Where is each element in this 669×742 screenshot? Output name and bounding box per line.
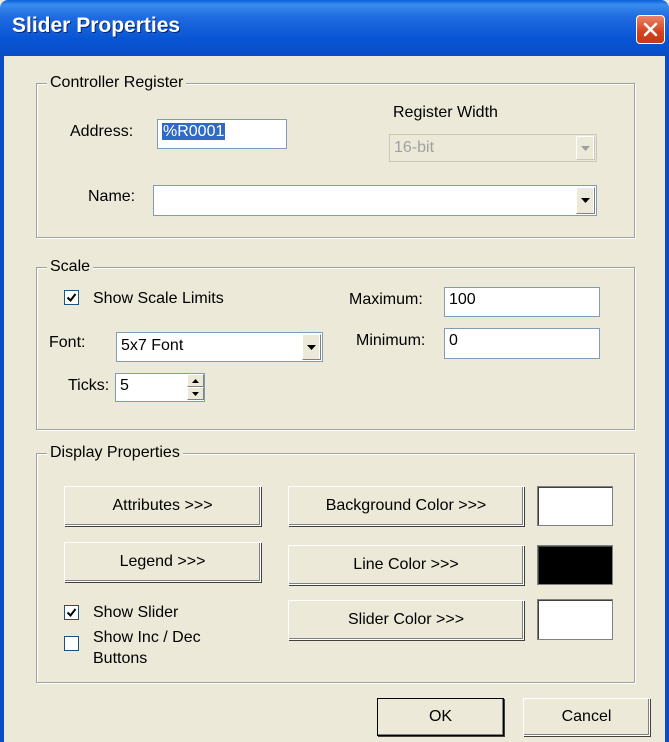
show-inc-dec-label-line2[interactable]: Buttons <box>93 649 147 669</box>
triangle-down-icon <box>192 391 199 396</box>
background-color-button[interactable]: Background Color >>> <box>288 486 524 526</box>
address-label: Address: <box>70 123 134 140</box>
checkmark-icon <box>66 293 77 303</box>
minimum-label: Minimum: <box>356 332 426 349</box>
line-color-button[interactable]: Line Color >>> <box>288 545 524 585</box>
attributes-button[interactable]: Attributes >>> <box>64 486 261 526</box>
window-frame-left <box>0 56 4 742</box>
slider-color-swatch[interactable] <box>537 599 613 640</box>
name-label: Name: <box>88 188 136 205</box>
font-label: Font: <box>49 334 86 351</box>
chevron-down-icon[interactable] <box>576 187 595 214</box>
show-scale-limits-label[interactable]: Show Scale Limits <box>93 289 224 309</box>
ticks-spinner[interactable] <box>187 374 204 400</box>
controller-register-group-label: Controller Register <box>47 73 187 93</box>
minimum-input[interactable]: 0 <box>444 328 600 359</box>
slider-color-button[interactable]: Slider Color >>> <box>288 600 524 640</box>
checkmark-icon <box>66 608 77 618</box>
register-width-label: Register Width <box>393 104 498 121</box>
close-icon <box>643 22 658 37</box>
show-inc-dec-checkbox[interactable] <box>64 636 79 651</box>
chevron-down-icon <box>576 136 595 160</box>
line-color-swatch[interactable] <box>537 545 613 585</box>
legend-button[interactable]: Legend >>> <box>64 542 261 582</box>
slider-properties-dialog: Slider Properties Controller Register Ad… <box>0 0 669 742</box>
ticks-label: Ticks: <box>68 377 110 394</box>
display-properties-group-label: Display Properties <box>47 443 183 463</box>
show-slider-label[interactable]: Show Slider <box>93 603 178 623</box>
minimum-value: 0 <box>449 332 458 349</box>
maximum-label: Maximum: <box>349 291 423 308</box>
background-color-swatch[interactable] <box>537 486 613 526</box>
address-input[interactable]: %R0001 <box>157 119 287 149</box>
title-bar[interactable]: Slider Properties <box>0 0 669 56</box>
register-width-value: 16-bit <box>394 139 435 156</box>
font-value: 5x7 Font <box>121 337 184 354</box>
name-select[interactable] <box>153 185 597 216</box>
show-slider-checkbox[interactable] <box>64 605 79 620</box>
window-frame-right <box>665 56 669 742</box>
chevron-down-icon[interactable] <box>302 334 321 360</box>
triangle-up-icon <box>192 378 199 383</box>
maximum-value: 100 <box>449 291 476 308</box>
cancel-button[interactable]: Cancel <box>523 698 650 736</box>
ok-button[interactable]: OK <box>377 698 504 736</box>
register-width-select: 16-bit <box>389 134 597 162</box>
ticks-value: 5 <box>120 377 129 394</box>
spinner-up-button[interactable] <box>187 374 204 387</box>
maximum-input[interactable]: 100 <box>444 287 600 317</box>
close-button[interactable] <box>636 15 665 44</box>
show-inc-dec-label-line1[interactable]: Show Inc / Dec <box>93 628 201 648</box>
scale-group-label: Scale <box>47 257 94 277</box>
spinner-down-button[interactable] <box>187 387 204 400</box>
window-title: Slider Properties <box>12 14 181 37</box>
font-select[interactable]: 5x7 Font <box>116 332 323 362</box>
show-scale-limits-checkbox[interactable] <box>64 290 79 305</box>
address-value: %R0001 <box>162 123 226 140</box>
